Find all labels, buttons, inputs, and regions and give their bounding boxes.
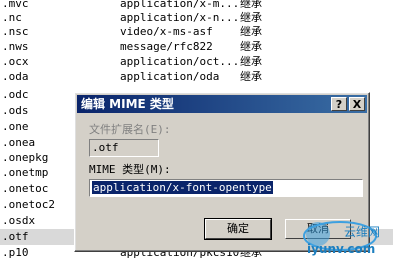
list-item-extension: .nsc xyxy=(2,25,29,38)
list-item-extension: .otf xyxy=(2,230,29,243)
list-item-extension: .ocx xyxy=(2,55,29,68)
list-item-extension: .oda xyxy=(2,70,29,83)
dialog-title: 编辑 MIME 类型 xyxy=(81,97,174,111)
list-item-entry-type: 继承 xyxy=(240,70,262,83)
list-item-extension: .one xyxy=(2,120,29,133)
ok-button[interactable]: 确定 xyxy=(204,218,272,240)
list-item-extension: .nws xyxy=(2,40,29,53)
list-item-extension: .onepkg xyxy=(2,151,49,164)
mime-type-input[interactable]: application/x-font-opentype xyxy=(89,179,363,197)
list-item-extension: .odc xyxy=(2,88,29,101)
list-item-mime-type: application/oda xyxy=(120,70,220,83)
list-item-extension: .onetoc2 xyxy=(2,198,55,211)
list-item-extension: .ods xyxy=(2,104,29,117)
list-item[interactable]: .ocx application/oct... 继承 xyxy=(0,54,393,70)
watermark-text: iyunv.com xyxy=(307,242,376,256)
list-item-mime-type: application/oct... xyxy=(120,55,240,68)
list-item-extension: .osdx xyxy=(2,214,36,227)
list-item[interactable]: .nws message/rfc822 继承 xyxy=(0,39,393,55)
list-item-extension: .onetmp xyxy=(2,166,49,179)
list-item-extension: .p10 xyxy=(2,246,29,259)
list-item-entry-type: 继承 xyxy=(240,25,262,38)
list-item[interactable]: .nsc video/x-ms-asf 继承 xyxy=(0,24,393,40)
list-item[interactable]: .oda application/oda 继承 xyxy=(0,69,393,85)
help-button[interactable]: ? xyxy=(331,97,347,111)
list-item-entry-type: 继承 xyxy=(240,55,262,68)
list-item-extension: .onetoc xyxy=(2,182,49,195)
list-item-entry-type: 继承 xyxy=(240,40,262,53)
extension-label: 文件扩展名(E): xyxy=(89,123,171,136)
mime-type-value: application/x-font-opentype xyxy=(92,181,273,194)
list-item-mime-type: message/rfc822 xyxy=(120,40,213,53)
list-item-mime-type: video/x-ms-asf xyxy=(120,25,213,38)
mime-type-label: MIME 类型(M): xyxy=(89,163,171,176)
close-button[interactable]: X xyxy=(349,97,365,111)
dialog-titlebar[interactable]: 编辑 MIME 类型 ? X xyxy=(77,95,367,113)
list-item-extension: .onea xyxy=(2,136,36,149)
extension-field: .otf xyxy=(89,139,159,157)
watermark-brand: 云维网 xyxy=(344,225,380,239)
